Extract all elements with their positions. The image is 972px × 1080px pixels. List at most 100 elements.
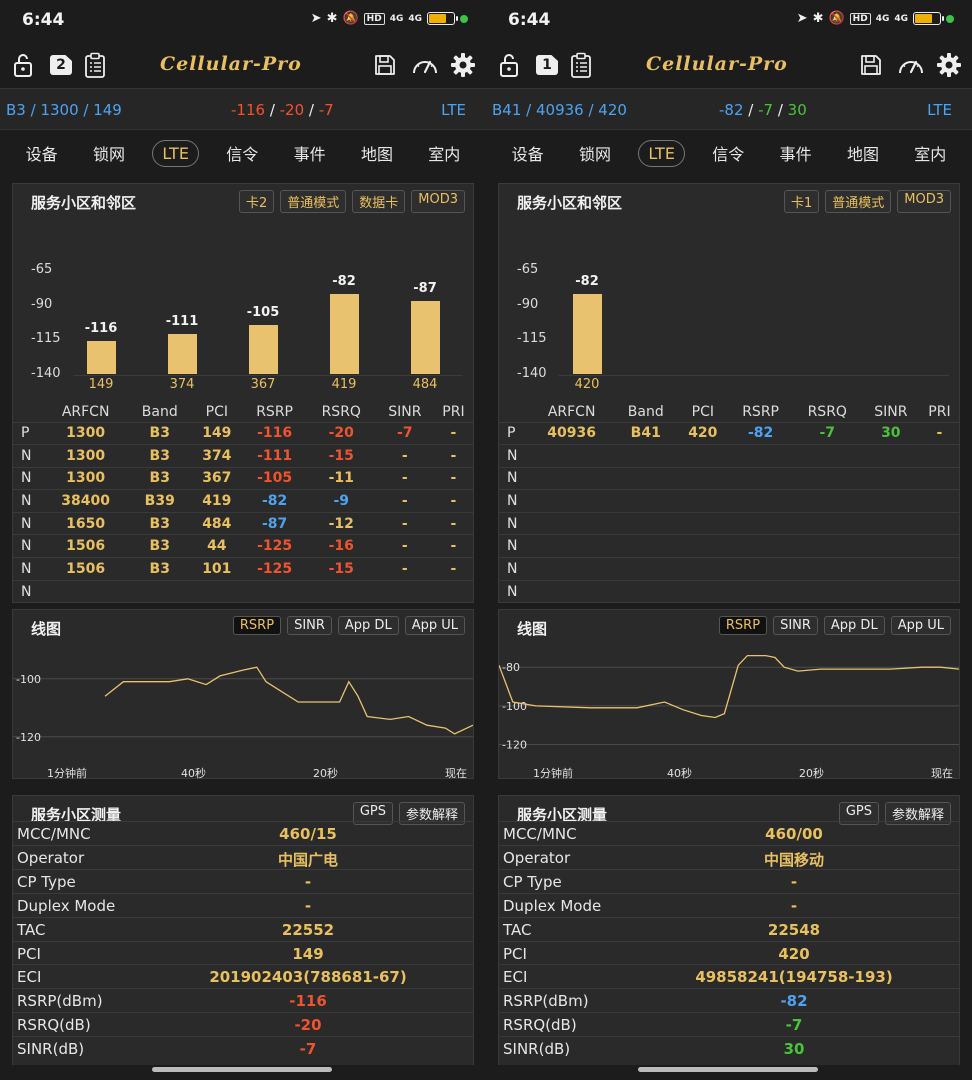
measurement-row: RSRP(dBm) -116 [13,988,473,1012]
gear-icon[interactable] [934,50,964,80]
cell-band [614,511,678,535]
tab-1[interactable]: 锁网 [571,137,619,169]
tab-3[interactable]: 信令 [704,137,752,169]
tab-2[interactable]: LTE [638,139,685,167]
tab-2[interactable]: LTE [152,139,199,167]
cell-pri: - [433,421,473,445]
cell-type: N [13,534,43,558]
status-bar: 6:44 ➤ ✱ 🔕 HD 4G 4G [0,0,486,40]
cell-pci [677,534,729,558]
serving-cell-measurement-card: 服务小区测量 GPS 参数解释 MCC/MNC 460/15 Operator 中国广电 CP… [12,795,474,1065]
mute-icon: 🔕 [828,11,845,26]
status-bar: 6:44 ➤ ✱ 🔕 HD 4G 4G [486,0,972,40]
speedometer-icon[interactable] [896,50,926,80]
table-row[interactable]: N [499,579,959,603]
chip-1[interactable]: 普通模式 [280,190,347,213]
clipboard-icon[interactable] [566,50,596,80]
tab-5[interactable]: 地图 [839,137,887,169]
chip-2[interactable]: MOD3 [897,190,951,213]
save-icon[interactable] [856,50,886,80]
sep: / [78,101,94,119]
tab-6[interactable]: 室内 [420,137,468,169]
cell-band [614,557,678,581]
lock-icon[interactable] [494,50,524,80]
table-row[interactable]: N [499,511,959,535]
table-row[interactable]: N 1300 B3 374 -111 -15- - [13,444,473,468]
chip-0[interactable]: 卡2 [238,190,275,213]
phone-panel-2: 6:44 ➤ ✱ 🔕 HD 4G 4G 1 Cellular-Pro B41 / 40936 / … [486,0,972,1080]
cell-band [614,489,678,513]
sim-card-icon[interactable]: 2 [46,50,76,80]
summary-rsrq: -20 [279,101,305,119]
measurement-key: CP Type [17,872,76,891]
chip-1[interactable]: 普通模式 [825,190,892,213]
cell-arfcn [529,557,615,581]
measurement-value: -82 [780,992,808,1011]
chip-0[interactable]: 卡1 [783,190,820,213]
line-x-label: 1分钟前 [47,767,87,780]
cell-sinr: 30 [861,421,920,445]
cell-rsrp [728,579,793,603]
cells-table-header: ARFCN Band PCI RSRP RSRQ SINR PRI [13,402,473,422]
table-row[interactable]: N [499,489,959,513]
tab-1[interactable]: 锁网 [85,137,133,169]
table-row[interactable]: N [499,557,959,581]
table-row[interactable]: N [499,466,959,490]
cell-pci [677,557,729,581]
clipboard-icon[interactable] [80,50,110,80]
table-row[interactable]: N 38400 B39 419 -82 -9- - [13,489,473,513]
chip-2[interactable]: 数据卡 [352,190,406,213]
battery-icon [913,12,944,25]
cell-band [614,579,678,603]
tab-6[interactable]: 室内 [906,137,954,169]
measurement-value: 22552 [281,920,335,939]
table-row[interactable]: N [13,579,473,603]
measurement-value: 201902403(788681-67) [209,968,407,987]
battery-level [915,14,932,23]
cell-rsrq: -16 [306,534,376,558]
cell-pri: - [433,466,473,490]
table-row[interactable]: N 1506 B3 101 -125 -15- - [13,557,473,581]
col-header: SINR [388,403,422,420]
col-header: RSRQ [807,403,847,420]
measurement-value: -7 [785,1016,803,1035]
cells-table-header: ARFCN Band PCI RSRP RSRQ SINR PRI [499,402,959,422]
measurement-row: CP Type - [13,868,473,893]
home-indicator[interactable] [152,1067,332,1072]
tab-4[interactable]: 事件 [772,137,820,169]
save-icon[interactable] [370,50,400,80]
tab-0[interactable]: 设备 [18,137,66,169]
tab-5[interactable]: 地图 [353,137,401,169]
table-row[interactable]: N [499,534,959,558]
measurement-row: RSRP(dBm) -82 [499,988,959,1012]
col-header: PRI [928,403,951,420]
cell-sinr: - [375,511,434,535]
table-row[interactable]: P 40936 B41 420 -82 -7 30- [499,421,959,445]
cell-pci [191,579,243,603]
tab-4[interactable]: 事件 [286,137,334,169]
measurement-row: MCC/MNC 460/15 [13,821,473,845]
measurement-row: SINR(dB) 30 [499,1036,959,1060]
gear-icon[interactable] [448,50,478,80]
bar-category-label: 484 [412,377,438,392]
measurement-value: - [790,872,798,891]
home-indicator[interactable] [638,1067,818,1072]
speedometer-icon[interactable] [410,50,440,80]
cell-rsrp [242,579,307,603]
cell-rsrp: -116 [242,421,307,445]
chip-3[interactable]: MOD3 [411,190,465,213]
cell-rsrp: -87 [242,511,307,535]
lock-icon[interactable] [8,50,38,80]
table-row[interactable]: N 1506 B3 44 -125 -16- - [13,534,473,558]
tab-0[interactable]: 设备 [504,137,552,169]
table-row[interactable]: N [499,444,959,468]
bar-367 [249,325,278,374]
tab-3[interactable]: 信令 [218,137,266,169]
table-row[interactable]: N 1300 B3 367 -105 -11- - [13,466,473,490]
serving-arfcn: 40936 [535,101,584,119]
table-row[interactable]: P 1300 B3 149 -116 -20 -7- [13,421,473,445]
cell-arfcn [529,511,615,535]
line-x-label: 40秒 [667,767,692,780]
sim-card-icon[interactable]: 1 [532,50,562,80]
table-row[interactable]: N 1650 B3 484 -87 -12- - [13,511,473,535]
